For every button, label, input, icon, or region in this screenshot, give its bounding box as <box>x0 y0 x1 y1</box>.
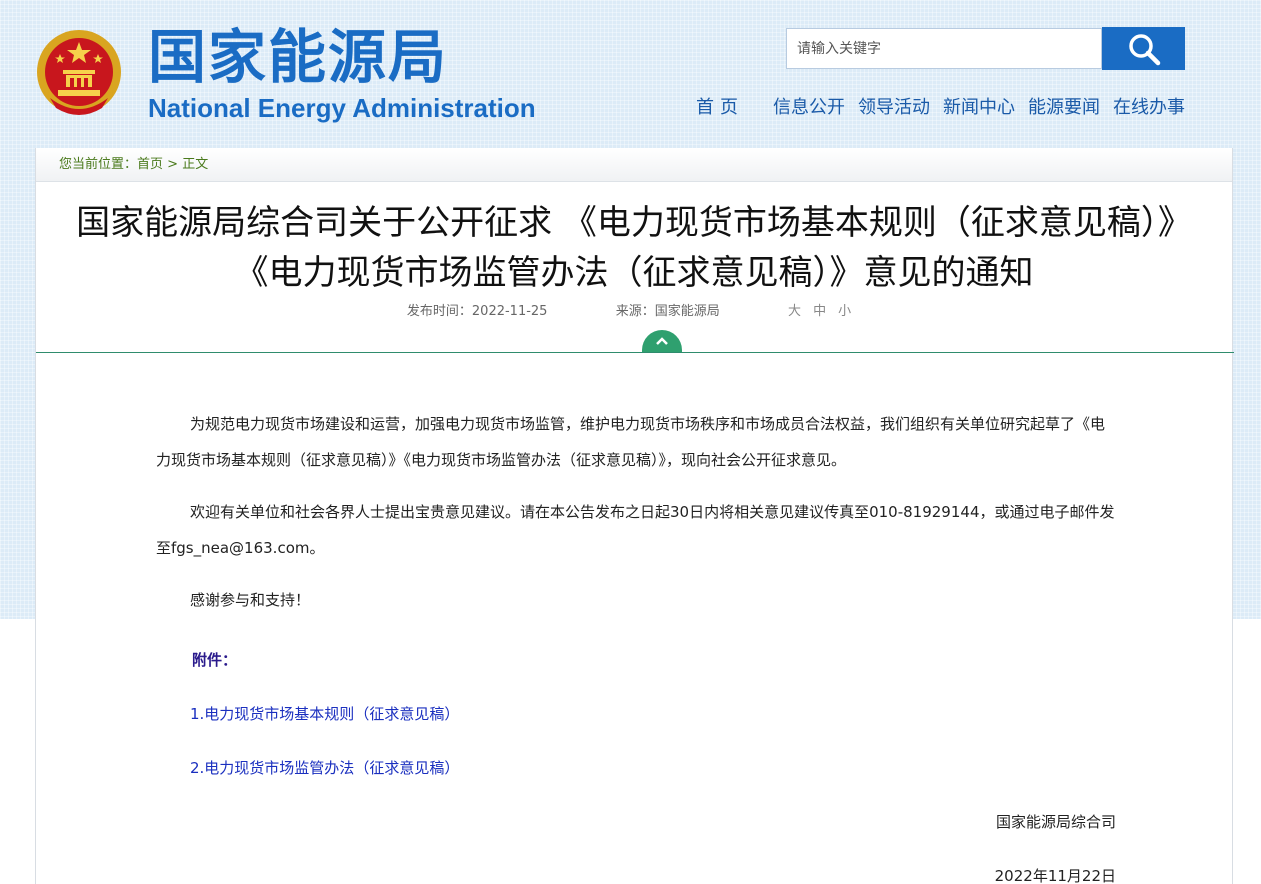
breadcrumb: 您当前位置：首页 > 正文 <box>36 148 1232 182</box>
article-source: 来源：国家能源局 <box>615 304 720 319</box>
main-nav: 首页 信息公开 领导活动 新闻中心 能源要闻 在线办事 <box>696 93 1185 119</box>
article-body: 为规范电力现货市场建设和运营，加强电力现货市场监管，维护电力现货市场秩序和市场成… <box>156 406 1116 884</box>
article-title: 国家能源局综合司关于公开征求 《电力现货市场基本规则（征求意见稿）》《电力现货市… <box>76 203 1192 293</box>
article-paragraph: 欢迎有关单位和社会各界人士提出宝贵意见建议。请在本公告发布之日起30日内将相关意… <box>156 503 1115 557</box>
chevron-up-icon <box>656 337 668 345</box>
font-size-medium[interactable]: 中 <box>813 304 838 319</box>
nav-item-online-services[interactable]: 在线办事 <box>1113 93 1185 119</box>
font-size-small[interactable]: 小 <box>838 304 863 319</box>
breadcrumb-current[interactable]: 正文 <box>182 157 208 172</box>
site-logo-chinese[interactable]: 国家能源局 <box>148 22 448 92</box>
search-icon <box>1128 33 1160 65</box>
attachment-link-1[interactable]: 1.电力现货市场基本规则（征求意见稿） <box>190 696 1116 732</box>
national-emblem-icon <box>37 30 121 115</box>
article-meta: 发布时间：2022-11-25 来源：国家能源局 大中小 <box>36 300 1234 319</box>
nav-item-energy-news[interactable]: 能源要闻 <box>1028 93 1100 119</box>
article-paragraph: 感谢参与和支持！ <box>190 591 311 609</box>
breadcrumb-home-link[interactable]: 首页 <box>137 157 163 172</box>
nav-item-news[interactable]: 新闻中心 <box>943 93 1015 119</box>
site-logo-english[interactable]: National Energy Administration <box>148 92 536 124</box>
nav-item-home[interactable]: 首页 <box>696 93 744 119</box>
breadcrumb-prefix: 您当前位置： <box>59 157 138 172</box>
publish-date: 发布时间：2022-11-25 <box>406 304 548 319</box>
nav-item-leadership[interactable]: 领导活动 <box>858 93 930 119</box>
article-paragraph: 为规范电力现货市场建设和运营，加强电力现货市场监管，维护电力现货市场秩序和市场成… <box>156 415 1106 469</box>
search-button[interactable] <box>1102 27 1185 70</box>
attachment-link-2[interactable]: 2.电力现货市场监管办法（征求意见稿） <box>190 750 1116 786</box>
font-size-large[interactable]: 大 <box>788 304 813 319</box>
breadcrumb-separator: > <box>167 157 179 172</box>
attachments-label: 附件： <box>192 651 238 669</box>
search-input[interactable] <box>786 28 1102 69</box>
signature-date: 2022年11月22日 <box>994 867 1116 884</box>
signature: 国家能源局综合司 <box>995 813 1116 831</box>
nav-item-info-disclosure[interactable]: 信息公开 <box>773 93 845 119</box>
header-divider <box>36 352 1234 353</box>
article-container: 您当前位置：首页 > 正文 国家能源局综合司关于公开征求 《电力现货市场基本规则… <box>35 148 1234 884</box>
site-header: 国家能源局 National Energy Administration 首页 … <box>0 0 1261 147</box>
collapse-toggle-button[interactable] <box>642 330 682 352</box>
